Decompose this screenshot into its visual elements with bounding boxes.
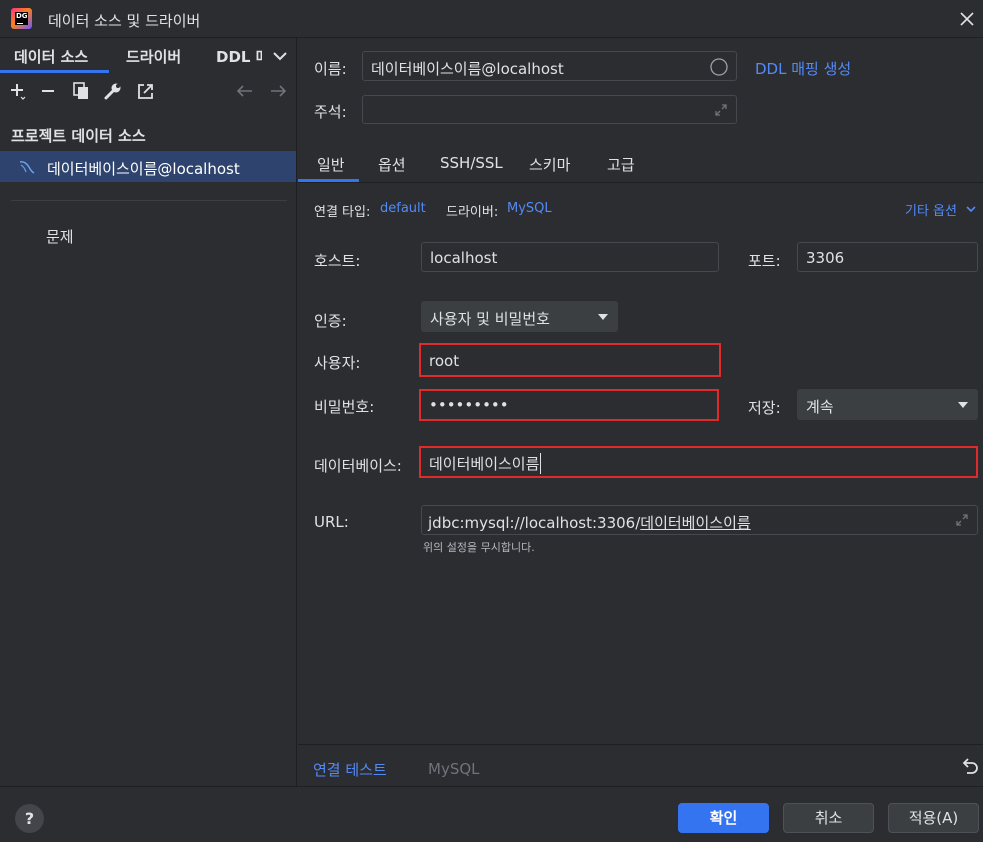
connection-type-link[interactable]: default (380, 201, 426, 216)
left-panel: 데이터 소스 드라이버 DDL 매핑 프로젝트 데이터 소스 데이터베이스이름@… (0, 38, 297, 786)
name-field[interactable]: 데이터베이스이름@localhost (362, 51, 737, 81)
url-field[interactable]: jdbc:mysql://localhost:3306/데이터베이스이름 (421, 505, 978, 535)
remove-icon[interactable] (38, 81, 58, 101)
host-field[interactable]: localhost (421, 242, 719, 272)
dropdown-arrow-icon (958, 402, 968, 408)
tab-options[interactable]: 옵션 (378, 154, 406, 175)
problems-item[interactable]: 문제 (46, 226, 74, 247)
arrow-right-icon[interactable] (268, 81, 288, 101)
tab-ssh-ssl[interactable]: SSH/SSL (440, 154, 503, 172)
port-field[interactable]: 3306 (797, 242, 978, 272)
datasource-label: 데이터베이스이름@localhost (47, 160, 240, 178)
user-label: 사용자: (314, 354, 361, 372)
url-hint: 위의 설정을 무시합니다. (423, 541, 535, 554)
auth-value: 사용자 및 비밀번호 (430, 310, 550, 328)
user-field[interactable]: root (419, 343, 721, 377)
host-label: 호스트: (314, 252, 361, 270)
expand-icon[interactable] (713, 102, 729, 118)
cancel-button[interactable]: 취소 (783, 803, 874, 833)
generate-ddl-mapping-link[interactable]: DDL 매핑 생성 (755, 58, 851, 79)
help-button[interactable]: ? (15, 804, 44, 833)
auth-label: 인증: (314, 312, 347, 330)
more-options-link[interactable]: 기타 옵션 (905, 200, 957, 219)
driver-link[interactable]: MySQL (507, 201, 552, 216)
database-value: 데이터베이스이름 (429, 453, 542, 474)
chevron-down-icon[interactable] (965, 203, 977, 215)
name-value: 데이터베이스이름@localhost (371, 60, 564, 78)
comment-field[interactable] (362, 95, 737, 124)
save-dropdown[interactable]: 계속 (797, 389, 978, 420)
auth-dropdown[interactable]: 사용자 및 비밀번호 (421, 301, 618, 332)
ok-button[interactable]: 확인 (678, 803, 769, 833)
tab-schemas[interactable]: 스키마 (529, 154, 570, 175)
url-label: URL: (314, 513, 349, 531)
name-label: 이름: (314, 60, 347, 78)
connection-type-label: 연결 타입: (314, 205, 371, 220)
close-icon[interactable] (956, 8, 978, 30)
password-field[interactable]: ••••••••• (419, 389, 719, 421)
tab-drivers[interactable]: 드라이버 (126, 46, 181, 67)
database-label: 데이터베이스: (314, 457, 402, 475)
window-title: 데이터 소스 및 드라이버 (48, 12, 201, 30)
database-field[interactable]: 데이터베이스이름 (419, 446, 978, 478)
password-value: ••••••••• (429, 396, 509, 414)
expand-icon[interactable] (954, 512, 970, 528)
active-tab-indicator (0, 70, 109, 73)
copy-icon[interactable] (71, 81, 91, 101)
color-circle-icon[interactable] (709, 57, 729, 77)
datasource-item[interactable]: 데이터베이스이름@localhost (0, 151, 296, 182)
save-label: 저장: (748, 399, 781, 417)
divider (11, 200, 287, 201)
open-external-icon[interactable] (136, 81, 156, 101)
arrow-left-icon[interactable] (235, 81, 255, 101)
dialog-footer: ? 확인 취소 적용(A) (0, 786, 983, 842)
tab-advanced[interactable]: 고급 (607, 154, 635, 175)
chevron-down-icon[interactable] (270, 46, 290, 66)
host-value: localhost (430, 249, 498, 267)
url-value: jdbc:mysql://localhost:3306/데이터베이스이름 (428, 512, 751, 533)
password-label: 비밀번호: (314, 398, 375, 416)
tab-ddl-mappings[interactable]: DDL 매핑 (216, 46, 262, 67)
port-value: 3306 (806, 249, 845, 267)
tab-general[interactable]: 일반 (317, 154, 345, 175)
comment-label: 주석: (314, 103, 347, 121)
test-connection-bar: 연결 테스트 MySQL (298, 744, 983, 786)
title-bar: DG 데이터 소스 및 드라이버 (0, 0, 983, 38)
url-prefix: jdbc:mysql://localhost:3306/ (428, 514, 641, 532)
revert-icon[interactable] (960, 757, 980, 777)
mysql-icon (19, 161, 35, 174)
add-icon[interactable] (7, 81, 27, 101)
port-label: 포트: (748, 252, 781, 270)
right-panel: 이름: 데이터베이스이름@localhost DDL 매핑 생성 주석: 일반 … (298, 38, 983, 786)
url-database: 데이터베이스이름 (640, 514, 751, 532)
project-data-sources-heading: 프로젝트 데이터 소스 (11, 127, 146, 145)
wrench-icon[interactable] (103, 81, 123, 101)
tabs-divider (298, 182, 983, 183)
user-value: root (429, 352, 460, 370)
tab-data-sources[interactable]: 데이터 소스 (14, 46, 88, 67)
test-connection-link[interactable]: 연결 테스트 (313, 759, 387, 780)
dropdown-arrow-icon (598, 314, 608, 320)
apply-button[interactable]: 적용(A) (888, 803, 979, 833)
app-logo-icon: DG (11, 8, 32, 29)
driver-label: 드라이버: (446, 205, 499, 220)
driver-name: MySQL (428, 760, 480, 778)
save-value: 계속 (806, 398, 834, 416)
